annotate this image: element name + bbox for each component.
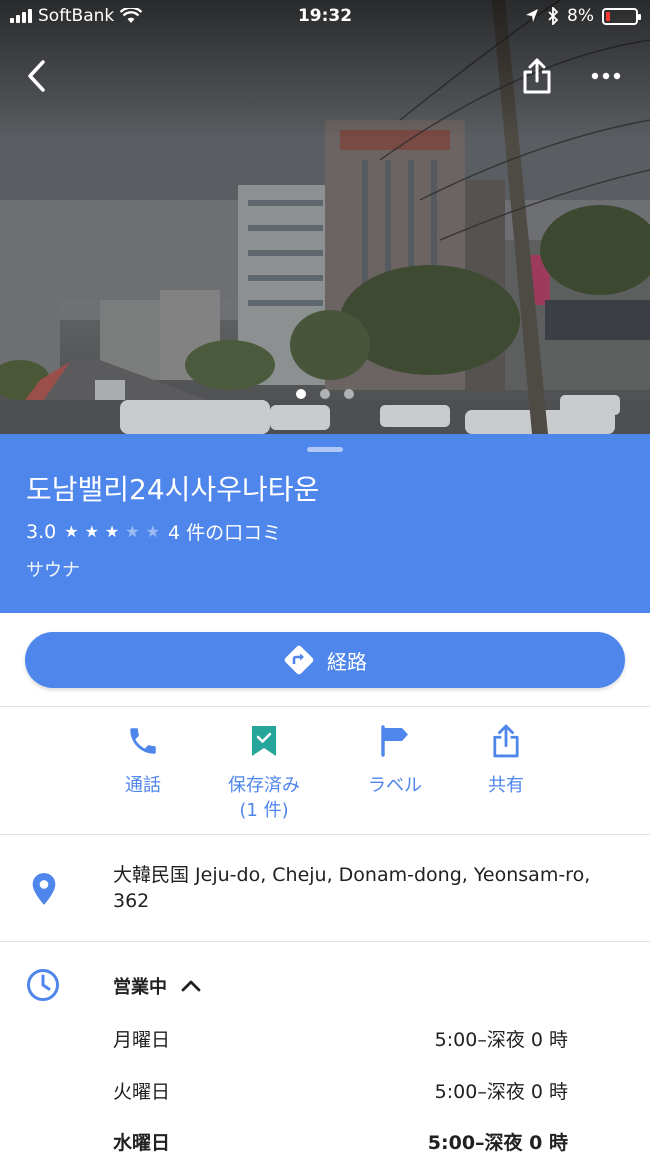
call-label: 通話	[125, 775, 161, 796]
location-pin-icon	[32, 873, 56, 905]
divider	[0, 941, 650, 942]
open-status-label: 営業中	[113, 977, 167, 998]
back-arrow-icon	[28, 60, 45, 92]
divider	[0, 834, 650, 835]
hours-day: 火曜日	[113, 1081, 171, 1103]
hours-time: 5:00–深夜 0 時	[427, 1132, 568, 1154]
hours-day: 水曜日	[113, 1132, 171, 1154]
rating-row[interactable]: 3.0 ★ ★ ★ ★ ★ 4 件の口コミ	[26, 518, 281, 545]
hours-toggle[interactable]: 営業中	[113, 973, 201, 999]
place-header-card[interactable]: 도남밸리24시사우나타운 3.0 ★ ★ ★ ★ ★ 4 件の口コミ サウナ	[0, 434, 650, 613]
saved-label: 保存済み	[228, 775, 300, 796]
saved-button[interactable]: 保存済み (1 件)	[194, 718, 334, 823]
hours-row-monday: 月曜日 5:00–深夜 0 時	[113, 1025, 568, 1052]
chevron-up-icon	[181, 980, 201, 992]
star-icon: ★	[104, 522, 120, 541]
review-count[interactable]: 4 件の口コミ	[168, 518, 281, 545]
star-icon: ★	[84, 522, 99, 541]
share-action-button[interactable]: 共有	[436, 718, 576, 798]
back-button[interactable]	[14, 54, 58, 98]
hours-row-wednesday: 水曜日 5:00–深夜 0 時	[113, 1128, 568, 1155]
share-icon	[523, 58, 551, 94]
more-dots-icon	[591, 72, 621, 80]
place-title: 도남밸리24시사우나타운	[26, 473, 320, 506]
rating-value: 3.0	[26, 520, 57, 543]
battery-percent: 8%	[567, 6, 594, 26]
flag-icon	[381, 725, 408, 757]
hours-row-tuesday: 火曜日 5:00–深夜 0 時	[113, 1077, 568, 1104]
address-text[interactable]: 大韓民国 Jeju-do, Cheju, Donam-dong, Yeonsam…	[113, 862, 623, 914]
rating-stars: ★ ★ ★ ★ ★	[64, 522, 160, 541]
battery-icon	[602, 7, 641, 25]
hours-time: 5:00–深夜 0 時	[434, 1029, 568, 1051]
star-empty-icon: ★	[125, 522, 140, 541]
share-label: 共有	[488, 775, 524, 796]
bluetooth-icon	[548, 7, 559, 25]
directions-icon	[284, 645, 314, 675]
hours-time: 5:00–深夜 0 時	[434, 1081, 568, 1103]
directions-label: 経路	[327, 649, 367, 674]
drag-handle[interactable]	[307, 447, 343, 452]
bookmark-check-icon	[252, 726, 276, 756]
star-empty-icon: ★	[145, 522, 160, 541]
clock-icon	[27, 969, 59, 1001]
location-arrow-icon	[526, 9, 539, 22]
photo-pager[interactable]	[0, 389, 650, 399]
more-options-button[interactable]	[584, 54, 628, 98]
pager-dot[interactable]	[344, 389, 354, 399]
directions-button[interactable]: 経路	[25, 632, 625, 688]
status-bar: SoftBank 19:32 8%	[0, 0, 650, 34]
pager-dot[interactable]	[296, 389, 306, 399]
saved-count: (1 件)	[239, 800, 289, 821]
star-icon: ★	[64, 522, 79, 541]
place-category: サウナ	[26, 560, 80, 581]
phone-icon	[130, 728, 156, 754]
hours-day: 月曜日	[113, 1029, 171, 1051]
call-button[interactable]: 通話	[73, 718, 213, 798]
pager-dot[interactable]	[320, 389, 330, 399]
divider	[0, 706, 650, 707]
share-icon	[493, 724, 519, 758]
share-button[interactable]	[515, 54, 559, 98]
